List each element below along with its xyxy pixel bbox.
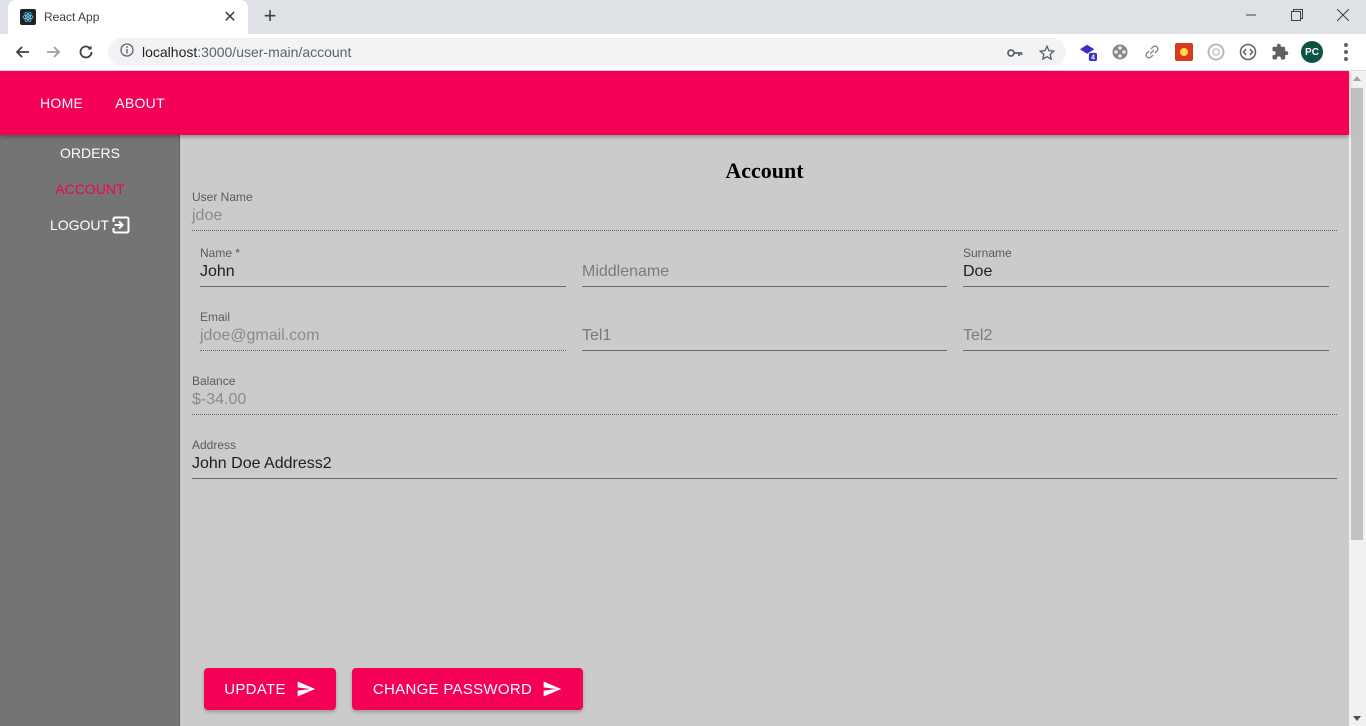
name-field[interactable]: Name * John xyxy=(200,246,566,294)
scroll-down-arrow-icon[interactable] xyxy=(1353,716,1361,721)
update-button-label: UPDATE xyxy=(224,680,286,698)
tel2-field[interactable]: Tel2 xyxy=(963,310,1329,358)
tab-close-icon[interactable]: ✕ xyxy=(222,7,238,27)
url-text: localhost:3000/user-main/account xyxy=(142,44,351,60)
nav-about-link[interactable]: ABOUT xyxy=(107,89,173,117)
app-bar: HOME ABOUT xyxy=(0,71,1349,135)
balance-field[interactable]: Balance $-34.00 xyxy=(192,374,1337,422)
back-icon[interactable] xyxy=(10,40,34,64)
send-icon xyxy=(543,681,562,697)
middlename-underline xyxy=(582,286,947,287)
forward-icon[interactable] xyxy=(42,40,66,64)
tel1-underline xyxy=(582,350,947,351)
surname-value: Doe xyxy=(963,263,993,280)
change-password-button-label: CHANGE PASSWORD xyxy=(372,680,533,698)
browser-tab[interactable]: React App ✕ xyxy=(8,0,248,34)
username-value: jdoe xyxy=(192,207,223,224)
name-underline xyxy=(200,286,566,287)
tab-title: React App xyxy=(44,10,100,24)
balance-value: $-34.00 xyxy=(192,391,247,408)
sidebar-item-orders[interactable]: ORDERS xyxy=(0,141,180,165)
surname-field[interactable]: Surname Doe xyxy=(963,246,1329,294)
address-underline xyxy=(192,478,1337,479)
sidebar: ORDERS ACCOUNT LOGOUT xyxy=(0,135,180,726)
name-value: John xyxy=(200,263,235,280)
chrome-menu-icon[interactable] xyxy=(1338,42,1354,62)
address-value: John Doe Address2 xyxy=(192,455,332,472)
tel1-field[interactable]: Tel1 xyxy=(582,310,947,358)
react-logo-icon xyxy=(20,9,36,25)
extensions-puzzle-icon[interactable] xyxy=(1271,43,1289,61)
scrollbar-thumb[interactable] xyxy=(1351,88,1363,540)
reload-icon[interactable] xyxy=(74,40,98,64)
sidebar-item-label: LOGOUT xyxy=(49,217,110,233)
name-label: Name * xyxy=(200,246,241,260)
email-field[interactable]: Email jdoe@gmail.com xyxy=(200,310,566,358)
tel2-underline xyxy=(963,350,1329,351)
circle-extension-icon[interactable] xyxy=(1207,43,1225,61)
email-label: Email xyxy=(200,310,231,324)
nav-home-link[interactable]: HOME xyxy=(32,89,91,117)
middlename-field[interactable]: Middlename xyxy=(582,246,947,294)
red-extension-icon[interactable] xyxy=(1175,43,1193,61)
scroll-up-arrow-icon[interactable] xyxy=(1353,76,1361,81)
minimize-icon[interactable] xyxy=(1228,0,1274,30)
send-icon xyxy=(297,681,315,697)
email-value: jdoe@gmail.com xyxy=(200,327,320,344)
logout-icon xyxy=(112,216,130,234)
balance-underline xyxy=(192,414,1337,415)
sidebar-item-logout[interactable]: LOGOUT xyxy=(0,213,180,237)
middlename-placeholder: Middlename xyxy=(582,263,670,280)
address-field[interactable]: Address John Doe Address2 xyxy=(192,438,1337,486)
sidebar-item-label: ORDERS xyxy=(60,145,120,161)
url-path: :3000/user-main/account xyxy=(197,44,352,60)
tel2-placeholder: Tel2 xyxy=(963,327,993,344)
url-host: localhost xyxy=(142,44,198,60)
info-icon[interactable] xyxy=(120,42,134,62)
key-icon[interactable] xyxy=(1006,44,1024,62)
update-button[interactable]: UPDATE xyxy=(204,668,336,710)
code-extension-icon[interactable] xyxy=(1239,43,1257,61)
browser-tabbar: React App ✕ + xyxy=(0,0,1366,34)
restore-icon[interactable] xyxy=(1274,0,1320,30)
profile-avatar[interactable]: PC xyxy=(1301,41,1323,63)
username-label: User Name xyxy=(192,190,253,204)
bookmark-star-icon[interactable] xyxy=(1038,44,1056,62)
extension-badge: 4 xyxy=(1091,53,1095,62)
username-underline xyxy=(192,230,1337,231)
email-underline xyxy=(200,350,566,351)
link-extension-icon[interactable] xyxy=(1143,43,1161,61)
page-title: Account xyxy=(725,158,804,183)
close-window-icon[interactable] xyxy=(1320,0,1366,30)
balance-label: Balance xyxy=(192,374,236,388)
address-label: Address xyxy=(192,438,237,452)
browser-toolbar: localhost:3000/user-main/account 4 PC xyxy=(0,34,1366,71)
extension-stack-icon[interactable]: 4 xyxy=(1079,43,1097,62)
new-tab-icon[interactable]: + xyxy=(258,5,282,29)
change-password-button[interactable]: CHANGE PASSWORD xyxy=(352,668,583,710)
tel1-placeholder: Tel1 xyxy=(582,327,612,344)
username-field[interactable]: User Name jdoe xyxy=(192,190,1337,238)
sidebar-item-account[interactable]: ACCOUNT xyxy=(0,177,180,201)
surname-underline xyxy=(963,286,1329,287)
address-bar[interactable]: localhost:3000/user-main/account xyxy=(108,38,1066,66)
sidebar-item-label: ACCOUNT xyxy=(55,181,125,197)
surname-label: Surname xyxy=(963,246,1012,260)
film-reel-extension-icon[interactable] xyxy=(1111,43,1129,61)
